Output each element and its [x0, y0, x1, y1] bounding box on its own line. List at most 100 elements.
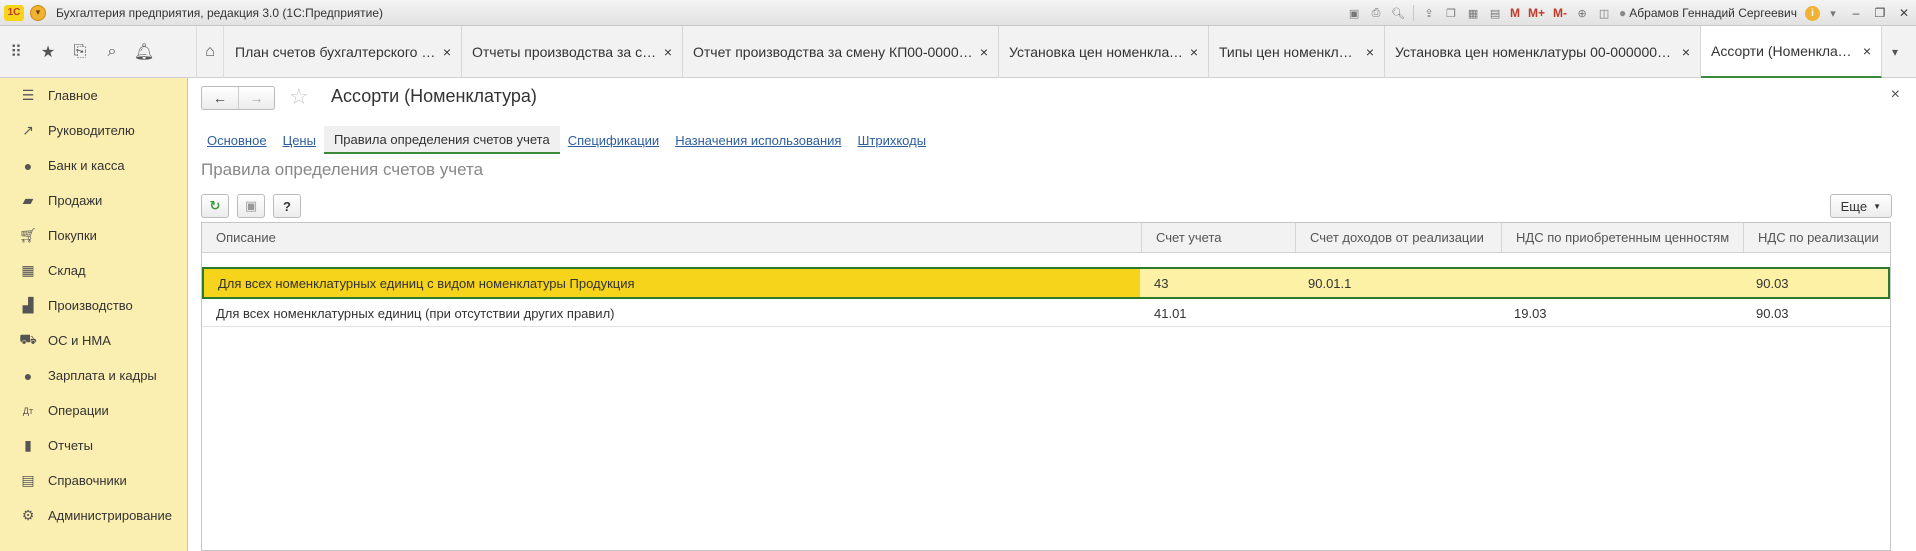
sidebar-item-label: Отчеты: [48, 438, 93, 453]
memory-button-m-plus[interactable]: M+: [1528, 6, 1545, 20]
subtab-barcodes[interactable]: Штрихкоды: [849, 126, 934, 154]
preview-icon[interactable]: 🔍︎: [1389, 4, 1407, 22]
close-icon[interactable]: ×: [443, 44, 451, 60]
tab-label: Отчет производства за смену КП00-000001 …: [693, 44, 974, 60]
column-header[interactable]: НДС по приобретенным ценностям: [1502, 223, 1744, 252]
close-icon[interactable]: ×: [980, 44, 988, 60]
favorites-icon[interactable]: ★: [32, 26, 64, 78]
search-icon[interactable]: ⌕: [96, 26, 128, 78]
sidebar-item-label: ОС и НМА: [48, 333, 111, 348]
sidebar-item-catalogs[interactable]: ▤ Справочники: [0, 463, 187, 498]
tab-label: Отчеты производства за смену: [472, 44, 658, 60]
truck-icon: ⛟: [19, 331, 37, 347]
trend-icon: ↗: [22, 122, 34, 138]
memory-button-m-minus[interactable]: M-: [1553, 6, 1567, 20]
chevron-down-icon[interactable]: ▾: [1824, 4, 1842, 22]
table-cell[interactable]: Для всех номенклатурных единиц (при отсу…: [202, 301, 1140, 326]
table-cell[interactable]: 90.03: [1742, 301, 1880, 326]
subtab-usage-purposes[interactable]: Назначения использования: [667, 126, 849, 154]
close-window-button[interactable]: ✕: [1892, 3, 1916, 23]
bell-icon[interactable]: 🔔︎: [128, 26, 160, 78]
sidebar-item-production[interactable]: ▟ Производство: [0, 288, 187, 323]
tab-price-setting[interactable]: Установка цен номенклатуры ×: [999, 26, 1209, 78]
factory-icon: ▟: [22, 297, 34, 313]
sidebar-item-manager[interactable]: ↗ Руководителю: [0, 113, 187, 148]
tab-price-types[interactable]: Типы цен номенклатуры ×: [1209, 26, 1385, 78]
main-menu-button[interactable]: ▾: [30, 4, 46, 21]
close-icon[interactable]: ×: [664, 44, 672, 60]
memory-button-m[interactable]: M: [1510, 6, 1520, 20]
table-cell[interactable]: [1294, 301, 1500, 326]
subtab-prices[interactable]: Цены: [275, 126, 324, 154]
sidebar-item-sales[interactable]: ▰ Продажи: [0, 183, 187, 218]
tab-production-reports[interactable]: Отчеты производства за смену ×: [462, 26, 683, 78]
back-arrow-icon[interactable]: ←: [202, 87, 238, 109]
column-header[interactable]: Описание: [202, 223, 1142, 252]
subtab-account-rules[interactable]: Правила определения счетов учета: [323, 126, 560, 154]
close-icon[interactable]: ×: [1366, 44, 1374, 60]
column-header[interactable]: НДС по реализации: [1744, 223, 1882, 252]
calculator-icon[interactable]: ▦: [1464, 4, 1482, 22]
panel-icon[interactable]: ◫: [1595, 4, 1613, 22]
column-header[interactable]: Счет учета: [1142, 223, 1296, 252]
tab-chart-of-accounts[interactable]: План счетов бухгалтерского учета ×: [225, 26, 462, 78]
close-icon[interactable]: ×: [1863, 43, 1871, 59]
save-icon[interactable]: ▣: [1345, 4, 1363, 22]
sidebar-item-label: Производство: [48, 298, 133, 313]
table-cell[interactable]: 41.01: [1140, 301, 1294, 326]
sidebar-item-bank[interactable]: ● Банк и касса: [0, 148, 187, 183]
gear-icon: ⚙: [21, 507, 35, 523]
minimize-button[interactable]: –: [1844, 3, 1868, 23]
sidebar-item-reports[interactable]: ▮ Отчеты: [0, 428, 187, 463]
close-form-button[interactable]: ×: [1891, 86, 1900, 104]
sidebar-item-warehouse[interactable]: ▦ Склад: [0, 253, 187, 288]
table-cell[interactable]: 90.03: [1742, 269, 1880, 297]
subtab-specifications[interactable]: Спецификации: [560, 126, 668, 154]
filter-icon: ▣: [244, 198, 258, 213]
table-cell[interactable]: 90.01.1: [1294, 269, 1500, 297]
help-button[interactable]: ?: [273, 194, 301, 218]
table-cell[interactable]: [1500, 269, 1742, 297]
table-cell[interactable]: 19.03: [1500, 301, 1742, 326]
restore-button[interactable]: ❐: [1868, 3, 1892, 23]
sidebar-item-admin[interactable]: ⚙ Администрирование: [0, 498, 187, 533]
sidebar-item-salary[interactable]: ● Зарплата и кадры: [0, 358, 187, 393]
copy-icon[interactable]: ❐: [1442, 4, 1460, 22]
close-icon[interactable]: ×: [1190, 44, 1198, 60]
home-icon[interactable]: ⌂: [196, 26, 224, 78]
sidebar-item-fixed-assets[interactable]: ⛟ ОС и НМА: [0, 323, 187, 358]
column-header[interactable]: Счет доходов от реализации: [1296, 223, 1502, 252]
calendar-icon[interactable]: ▤: [1486, 4, 1504, 22]
close-icon[interactable]: ×: [1682, 44, 1690, 60]
tab-price-setting-doc[interactable]: Установка цен номенклатуры 00-00000003 о…: [1385, 26, 1701, 78]
table-row[interactable]: Для всех номенклатурных единиц (при отсу…: [202, 301, 1890, 327]
chevron-down-icon[interactable]: ▾: [1880, 26, 1910, 78]
sidebar-item-purchases[interactable]: 🛒︎ Покупки: [0, 218, 187, 253]
rules-table: Описание Счет учета Счет доходов от реал…: [201, 222, 1891, 551]
info-icon[interactable]: i: [1805, 5, 1820, 21]
refresh-button[interactable]: ↻: [201, 194, 229, 218]
sidebar-item-label: Руководителю: [48, 123, 135, 138]
filter-button[interactable]: ▣: [237, 194, 265, 218]
table-row[interactable]: Для всех номенклатурных единиц с видом н…: [202, 267, 1890, 299]
subtab-main[interactable]: Основное: [199, 126, 275, 154]
table-cell[interactable]: 43: [1140, 269, 1294, 297]
tab-assorti-item[interactable]: Ассорти (Номенклатура) ×: [1701, 26, 1882, 78]
sidebar-item-operations[interactable]: Дт Операции: [0, 393, 187, 428]
sidebar-item-label: Склад: [48, 263, 86, 278]
apps-grid-icon[interactable]: ⠿: [0, 26, 32, 78]
sidebar-item-label: Администрирование: [48, 508, 172, 523]
sidebar-item-main[interactable]: ☰ Главное: [0, 78, 187, 113]
section-toolbar: ⠿ ★ ⎘ ⌕ 🔔︎: [0, 26, 196, 78]
link-icon[interactable]: ⇪: [1420, 4, 1438, 22]
history-icon[interactable]: ⎘: [64, 26, 96, 78]
forward-arrow-icon[interactable]: →: [238, 87, 274, 109]
print-icon[interactable]: ⎙: [1367, 4, 1385, 22]
current-user[interactable]: ● Абрамов Геннадий Сергеевич: [1619, 6, 1797, 20]
zoom-icon[interactable]: ⊕: [1573, 4, 1591, 22]
favorite-star-icon[interactable]: ☆: [289, 84, 309, 110]
menu-icon: ☰: [21, 87, 35, 103]
table-cell[interactable]: Для всех номенклатурных единиц с видом н…: [204, 269, 1140, 297]
more-button[interactable]: Еще ▼: [1829, 194, 1892, 218]
tab-production-report-doc[interactable]: Отчет производства за смену КП00-000001 …: [683, 26, 999, 78]
